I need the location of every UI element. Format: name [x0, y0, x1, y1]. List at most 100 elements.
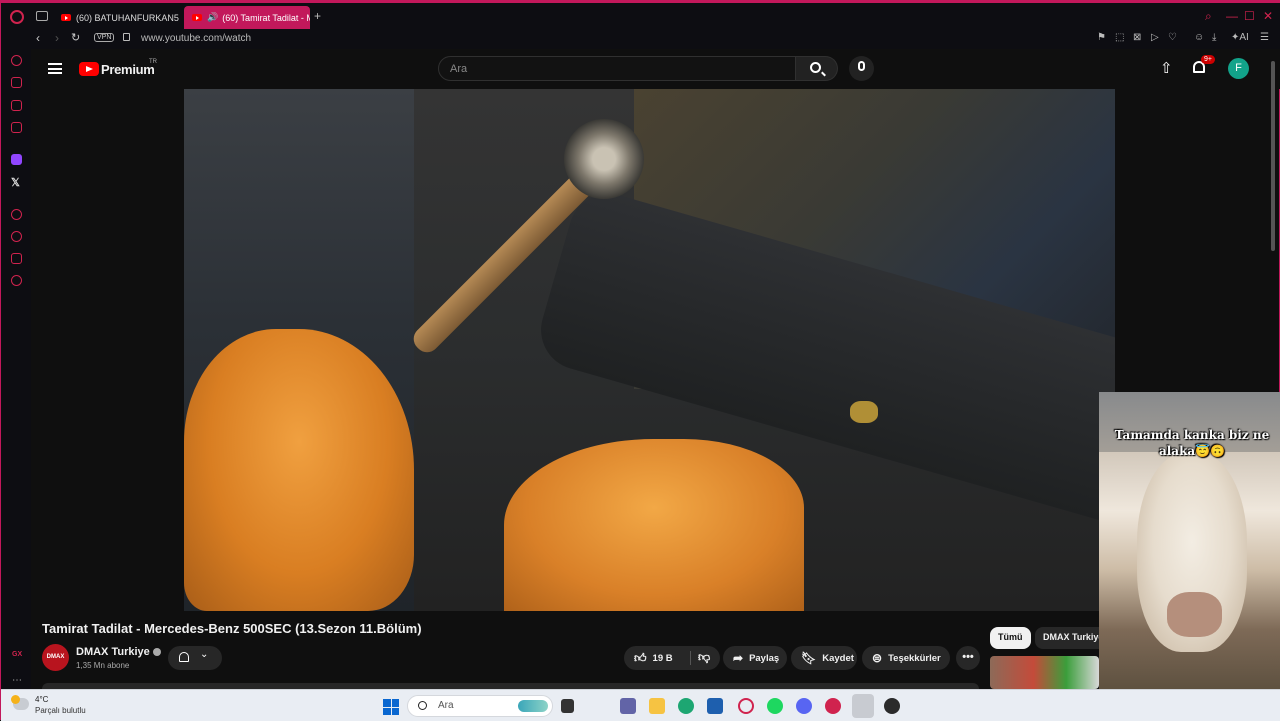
ai-label: AI — [1239, 32, 1249, 43]
weather-icon[interactable] — [11, 695, 29, 710]
taskbar: 4°C Parçalı bulutlu Ara — [1, 689, 1280, 721]
share-button[interactable]: ➦ Paylaş — [723, 646, 787, 670]
forward-icon[interactable]: › — [55, 31, 59, 45]
windows-start-icon[interactable] — [383, 699, 399, 715]
youtube-brand[interactable]: Premium — [101, 62, 155, 77]
x-twitter-icon[interactable]: 𝕏 — [11, 176, 20, 189]
task-view-icon[interactable] — [561, 699, 574, 713]
player-icon[interactable]: ▷ — [1151, 32, 1159, 43]
save-button[interactable]: 🔖︎ Kaydet — [791, 646, 857, 670]
upload-icon[interactable]: ⇧ — [1160, 59, 1173, 77]
player-icon[interactable] — [11, 209, 22, 220]
share-icon: ➦ — [733, 651, 744, 665]
clock-icon[interactable] — [11, 231, 22, 242]
gx-icon[interactable]: GX — [12, 651, 22, 658]
pip-cow-nose — [1167, 592, 1222, 637]
edge-icon[interactable] — [678, 698, 694, 714]
back-icon[interactable]: ‹ — [36, 31, 40, 45]
divider — [690, 651, 691, 665]
messenger-icon[interactable] — [11, 100, 22, 111]
video-glove-right — [504, 439, 804, 611]
opera-icon[interactable] — [825, 698, 841, 714]
menu-icon[interactable] — [48, 63, 62, 74]
profile-icon[interactable]: ☺ — [1194, 32, 1204, 43]
subscription-button[interactable]: ⌄ — [168, 646, 222, 670]
more-icon[interactable]: ⋯ — [12, 675, 22, 686]
snapshot-icon[interactable]: ⬚ — [1115, 32, 1124, 43]
spotify-icon[interactable] — [767, 698, 783, 714]
subscriber-count: 1,35 Mn abone — [76, 661, 130, 670]
speaker-icon[interactable]: 🔊 — [207, 12, 218, 23]
url-field[interactable]: www.youtube.com/watch — [141, 33, 251, 44]
extensions-icon[interactable] — [11, 253, 22, 264]
thumbs-down-icon[interactable]: 👎︎ — [698, 650, 710, 665]
youtube-favicon-icon — [61, 14, 71, 21]
more-actions-button[interactable]: ••• — [956, 646, 980, 670]
settings-icon[interactable] — [11, 275, 22, 286]
search-tabs-icon[interactable]: ⌕ — [1205, 9, 1212, 24]
video-glove-left — [184, 329, 414, 611]
vpn-badge[interactable]: VPN — [94, 33, 115, 42]
channel-name-text[interactable]: DMAX Turkiye — [76, 646, 150, 658]
picture-in-picture-player[interactable]: Tamamda kanka biz ne alaka😇🙃 — [1099, 392, 1280, 689]
youtube-header: Premium TR Ara ⇧ 9+ F — [31, 49, 1280, 89]
reload-icon[interactable]: ↻ — [71, 31, 80, 44]
steam-icon[interactable] — [884, 698, 900, 714]
bookmark-icon[interactable]: ⚑ — [1097, 32, 1106, 43]
close-icon[interactable]: ✕ — [1263, 9, 1273, 23]
weather-condition[interactable]: Parçalı bulutlu — [35, 706, 86, 715]
pip-caption: Tamamda kanka biz ne alaka😇🙃 — [1114, 428, 1270, 458]
thanks-label: Teşekkürler — [888, 652, 941, 664]
maximize-icon[interactable]: ☐ — [1244, 9, 1255, 23]
scrollbar[interactable] — [1271, 61, 1275, 251]
aria-icon[interactable] — [11, 122, 22, 133]
twitch-icon[interactable] — [11, 154, 22, 165]
shopping-icon[interactable] — [11, 77, 22, 88]
search-input[interactable]: Ara — [438, 56, 796, 81]
youtube-logo-icon[interactable] — [79, 62, 99, 76]
channel-avatar[interactable]: DMAX — [42, 644, 69, 671]
tab-label: (60) Tamirat Tadilat - M — [222, 12, 310, 23]
workspaces-icon[interactable] — [36, 11, 48, 21]
tab-batuhanfurkan[interactable]: (60) BATUHANFURKAN5 — [53, 6, 181, 29]
history-sync-icon[interactable] — [11, 55, 22, 66]
lock-icon[interactable] — [123, 33, 130, 41]
easy-setup-icon[interactable]: ☰ — [1260, 32, 1269, 43]
temperature[interactable]: 4°C — [35, 695, 48, 704]
heart-icon[interactable]: ♡ — [1168, 32, 1177, 43]
voice-search-button[interactable] — [849, 56, 874, 81]
tab-tamirat-tadilat[interactable]: 🔊 (60) Tamirat Tadilat - M — [184, 6, 310, 29]
opera-logo-icon[interactable] — [10, 10, 24, 24]
notification-badge: 9+ — [1201, 55, 1215, 64]
opera-gx-taskbar-icon[interactable] — [738, 698, 754, 714]
adblock-icon[interactable]: ⊠ — [1133, 32, 1141, 43]
store-icon[interactable] — [707, 698, 723, 714]
thanks-button[interactable]: ⊜ Teşekkürler — [862, 646, 950, 670]
discord-icon[interactable] — [796, 698, 812, 714]
taskbar-search-placeholder: Ara — [438, 700, 454, 711]
minimize-icon[interactable]: — — [1226, 9, 1238, 23]
new-tab-icon[interactable]: + — [314, 9, 321, 23]
tab-label: (60) BATUHANFURKAN5 — [76, 12, 179, 23]
search-icon — [810, 62, 821, 73]
file-explorer-icon[interactable] — [649, 698, 665, 714]
video-player[interactable] — [184, 89, 1115, 611]
active-app-icon[interactable] — [852, 694, 874, 718]
search-button[interactable] — [796, 56, 838, 81]
address-bar: ‹ › ↻ VPN www.youtube.com/watch ⚑ ⬚ ⊠ ▷ … — [1, 29, 1280, 49]
recommended-thumbnail[interactable] — [990, 656, 1099, 689]
aria-ai-icon[interactable]: ✦AI — [1231, 32, 1249, 43]
avatar[interactable]: F — [1228, 58, 1249, 79]
like-count: 19 B — [652, 652, 673, 664]
download-icon[interactable]: ⤓ — [1212, 32, 1216, 43]
save-label: Kaydet — [822, 652, 854, 664]
video-bolt — [564, 119, 644, 199]
taskbar-search-input[interactable]: Ara — [407, 695, 553, 717]
like-button[interactable]: 👍︎ 19 B 👎︎ — [624, 646, 720, 670]
chip-all[interactable]: Tümü — [990, 627, 1031, 649]
search-highlight-icon — [518, 700, 548, 712]
teams-icon[interactable] — [620, 698, 636, 714]
microphone-icon — [858, 61, 865, 71]
video-title: Tamirat Tadilat - Mercedes-Benz 500SEC (… — [42, 621, 422, 636]
channel-name[interactable]: DMAX Turkiye — [76, 646, 161, 658]
